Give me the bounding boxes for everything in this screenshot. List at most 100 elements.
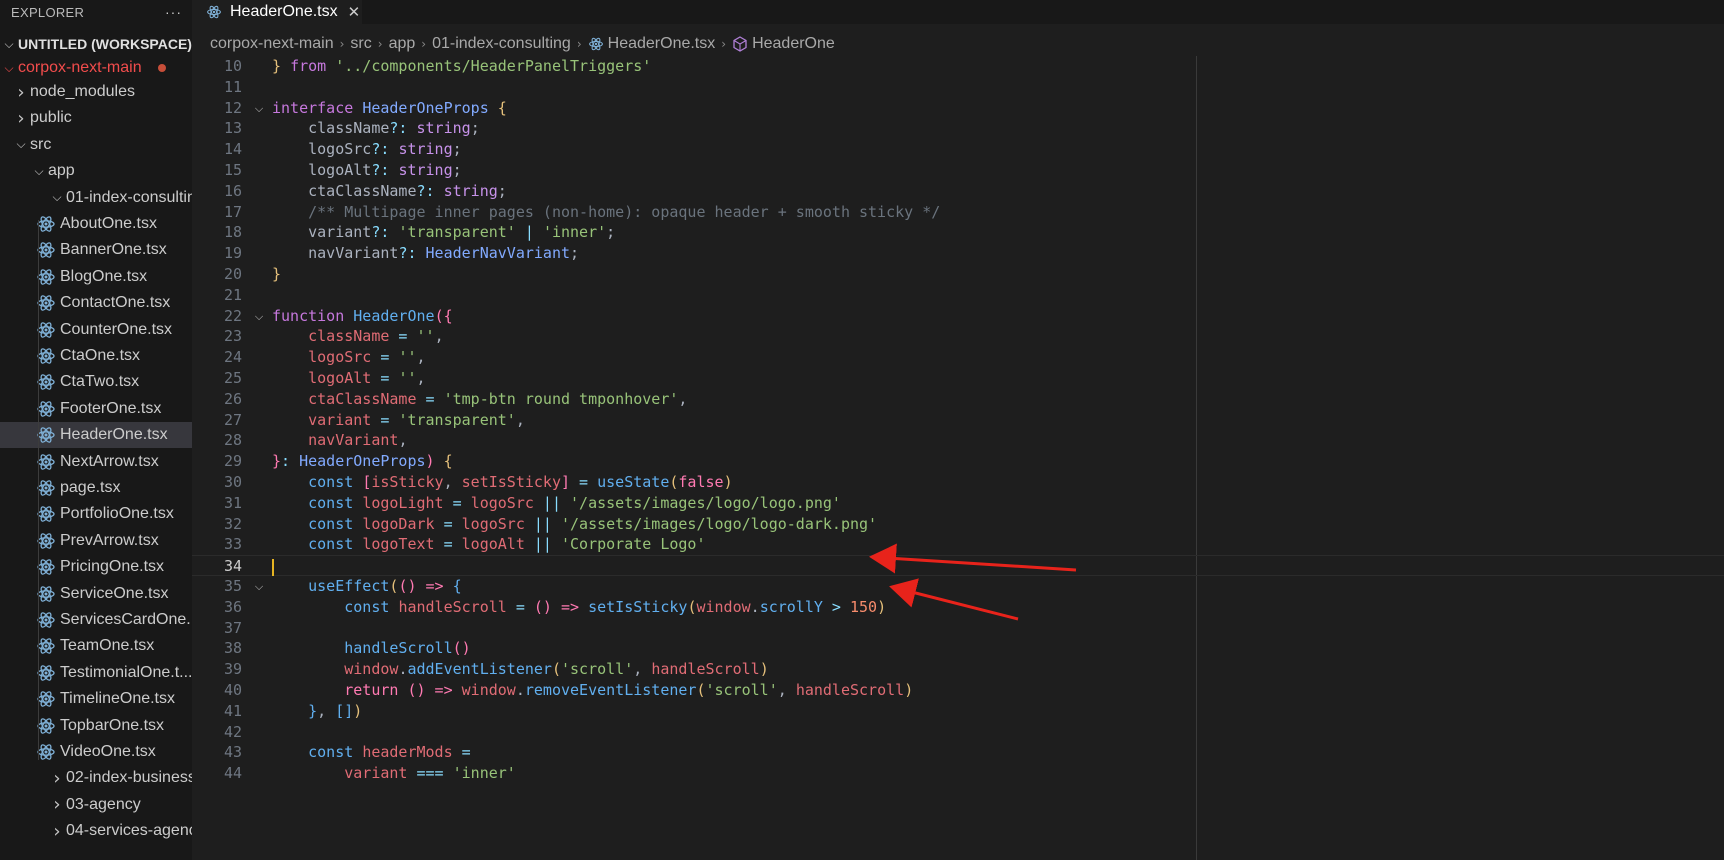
tree-file[interactable]: HeaderOne.tsx [0,422,192,449]
line-number: 38 [223,639,242,658]
tree-file[interactable]: BannerOne.tsx [0,237,192,263]
breadcrumb-item[interactable]: corpox-next-main [210,35,334,53]
code-line[interactable]: 11 [192,77,1724,98]
tree-file[interactable]: TopbarOne.tsx [0,713,192,739]
code-token: = [371,369,399,387]
code-line[interactable]: 40 return () => window.removeEventListen… [192,680,1724,701]
code-line[interactable]: 34 [192,555,1724,577]
breadcrumb-item[interactable]: HeaderOne.tsx [608,35,716,53]
fold-chevron-icon[interactable]: ⌵ [252,576,266,597]
react-file-icon [37,269,55,285]
breadcrumb-item[interactable]: 01-index-consulting [432,35,571,53]
code-line[interactable]: 10} from '../components/HeaderPanelTrigg… [192,56,1724,77]
code-line[interactable]: 26 ctaClassName = 'tmp-btn round tmponho… [192,389,1724,410]
code-line[interactable]: 17 /** Multipage inner pages (non-home):… [192,202,1724,223]
code-line[interactable]: 38 handleScroll() [192,638,1724,659]
tree-file[interactable]: CtaOne.tsx [0,343,192,369]
code-line[interactable]: 21 [192,285,1724,306]
tree-file[interactable]: ServicesCardOne... [0,607,192,633]
tree-folder[interactable]: ⌵ src [0,132,192,158]
code-line[interactable]: 22 ⌵ function HeaderOne({ [192,306,1724,327]
tree-file[interactable]: PortfolioOne.tsx [0,501,192,527]
react-file-icon [37,295,55,311]
tab-headerone[interactable]: HeaderOne.tsx ✕ [192,0,362,24]
workspace-label: UNTITLED (WORKSPACE) [18,36,192,52]
react-file-icon [37,665,55,681]
line-number: 33 [223,535,242,554]
code-line[interactable]: 19 navVariant?: HeaderNavVariant; [192,243,1724,264]
tree-file[interactable]: FooterOne.tsx [0,396,192,422]
chevron-right-icon: › [17,107,25,129]
code-line[interactable]: 18 variant?: 'transparent' | 'inner'; [192,222,1724,243]
react-file-icon [37,585,55,602]
close-icon[interactable]: ✕ [348,3,361,21]
code-line[interactable]: 32 const logoDark = logoSrc || '/assets/… [192,514,1724,535]
breadcrumb-item[interactable]: app [389,35,416,53]
code-text: logoAlt?: string; [272,160,462,181]
code-line[interactable]: 23 className = '', [192,326,1724,347]
tree-file[interactable]: TimelineOne.tsx [0,686,192,712]
code-line[interactable]: 39 window.addEventListener('scroll', han… [192,659,1724,680]
code-line[interactable]: 16 ctaClassName?: string; [192,181,1724,202]
tree-file[interactable]: TeamOne.tsx [0,633,192,659]
code-line[interactable]: 20} [192,264,1724,285]
breadcrumb-item[interactable]: HeaderOne [752,35,835,53]
tree-folder[interactable]: › node_modules [0,79,192,105]
code-line[interactable]: 13 className?: string; [192,118,1724,139]
code-line[interactable]: 31 const logoLight = logoSrc || '/assets… [192,493,1724,514]
tree-folder[interactable]: › public [0,105,192,131]
tree-file[interactable]: VideoOne.tsx [0,739,192,765]
react-file-icon [37,374,55,391]
code-line[interactable]: 27 variant = 'transparent', [192,410,1724,431]
code-line[interactable]: 12 ⌵ interface HeaderOneProps { [192,98,1724,119]
fold-chevron-icon[interactable]: ⌵ [252,98,266,119]
react-file-icon [37,717,55,734]
code-line[interactable]: 25 logoAlt = '', [192,368,1724,389]
code-token: = [371,410,399,429]
code-line[interactable]: 28 navVariant, [192,430,1724,451]
tree-file[interactable]: ServiceOne.tsx [0,581,192,607]
code-line[interactable]: 35 ⌵ useEffect(() => { [192,576,1724,597]
tree-file[interactable]: NextArrow.tsx [0,449,192,475]
root-folder-row[interactable]: ⌵ corpox-next-main [0,55,192,81]
tree-folder[interactable]: › 02-index-business... [0,765,192,791]
tree-file[interactable]: ContactOne.tsx [0,290,192,316]
code-line[interactable]: 37 [192,618,1724,639]
breadcrumb-item[interactable]: src [350,35,371,53]
code-line[interactable]: 14 logoSrc?: string; [192,139,1724,160]
code-line[interactable]: 24 logoSrc = '', [192,347,1724,368]
tree-file[interactable]: PricingOne.tsx [0,554,192,580]
tree-folder[interactable]: › 04-services-agency [0,818,192,844]
code-line[interactable]: 30 const [isSticky, setIsSticky] = useSt… [192,472,1724,493]
tree-file[interactable]: BlogOne.tsx [0,264,192,290]
code-line[interactable]: 43 const headerMods = [192,742,1724,763]
code-editor[interactable]: 10} from '../components/HeaderPanelTrigg… [192,56,1724,860]
more-actions-icon[interactable]: ··· [165,4,182,20]
indent-guide [38,220,39,760]
tree-file[interactable]: CounterOne.tsx [0,317,192,343]
code-token: setIsSticky [588,597,688,616]
tree-file[interactable]: page.tsx [0,475,192,501]
react-file-icon [37,216,55,232]
code-line[interactable]: 15 logoAlt?: string; [192,160,1724,181]
tree-folder[interactable]: ⌵ 01-index-consulting [0,185,192,211]
code-line[interactable]: 33 const logoText = logoAlt || 'Corporat… [192,534,1724,555]
tree-file[interactable]: AboutOne.tsx [0,211,192,237]
code-token: ctaClassName [272,181,417,200]
code-line[interactable]: 42 [192,722,1724,743]
line-number: 13 [223,119,242,138]
code-token: ; [452,140,462,159]
workspace-row[interactable]: ⌵ UNTITLED (WORKSPACE) [0,31,192,57]
tree-folder[interactable]: ⌵ app [0,158,192,184]
tree-file[interactable]: CtaTwo.tsx [0,369,192,395]
chevron-right-icon: › [377,37,383,51]
tree-file[interactable]: PrevArrow.tsx [0,528,192,554]
tree-folder[interactable]: › 03-agency [0,792,192,818]
code-line[interactable]: 36 const handleScroll = () => setIsStick… [192,597,1724,618]
code-line[interactable]: 29}: HeaderOneProps) { [192,451,1724,472]
fold-chevron-icon[interactable]: ⌵ [252,306,266,327]
tree-file[interactable]: TestimonialOne.t... [0,660,192,686]
code-line[interactable]: 44 variant === 'inner' [192,763,1724,784]
code-line[interactable]: 41 }, []) [192,701,1724,722]
code-token: const [272,597,399,616]
